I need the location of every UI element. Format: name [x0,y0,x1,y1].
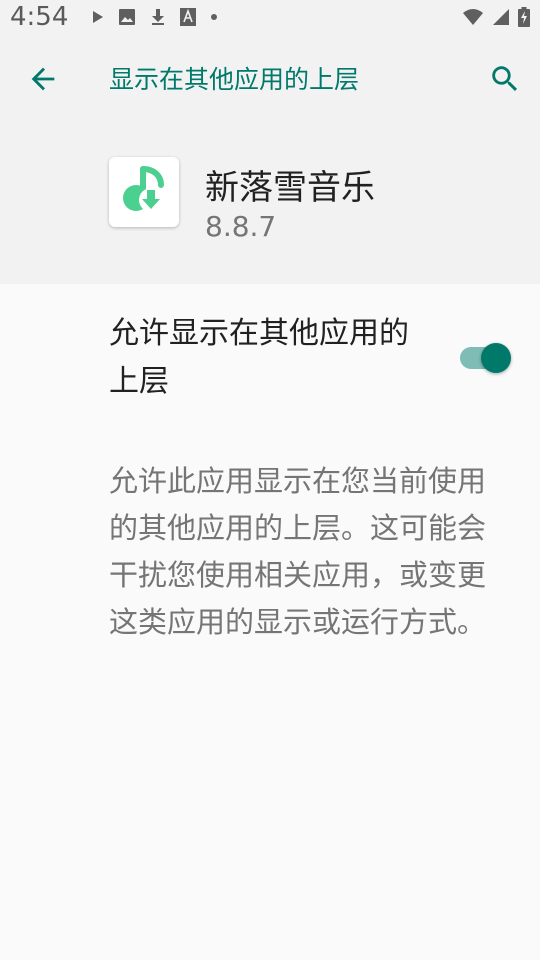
wifi-icon [462,8,484,26]
app-header: 显示在其他应用的上层 新落雪音乐 8.8.7 [0,36,540,284]
allow-overlay-preference[interactable]: 允许显示在其他应用的上层 [0,284,540,434]
app-icon [109,157,179,227]
status-bar: 4:54 [0,0,540,36]
notification-icons [92,8,218,26]
dot-icon [210,13,218,21]
system-icons [462,7,530,27]
preference-title: 允许显示在其他应用的上层 [109,316,409,399]
arrow-back-icon [31,67,55,91]
status-time: 4:54 [10,2,69,32]
image-icon [118,8,136,26]
preference-summary: 允许此应用显示在您当前使用的其他应用的上层。这可能会干扰您使用相关应用，或变更这… [109,464,487,639]
page-title: 显示在其他应用的上层 [109,65,360,94]
battery-charging-icon [518,7,530,27]
toggle-thumb [481,343,511,373]
download-icon [150,8,166,26]
search-icon [492,66,518,92]
back-button[interactable] [26,62,60,96]
allow-overlay-toggle[interactable] [458,342,514,376]
app-version: 8.8.7 [205,210,277,243]
music-download-icon [123,166,164,212]
signal-icon [492,8,510,26]
font-icon [180,8,196,26]
app-name: 新落雪音乐 [205,168,375,208]
play-icon [92,10,104,24]
search-button[interactable] [488,62,522,96]
